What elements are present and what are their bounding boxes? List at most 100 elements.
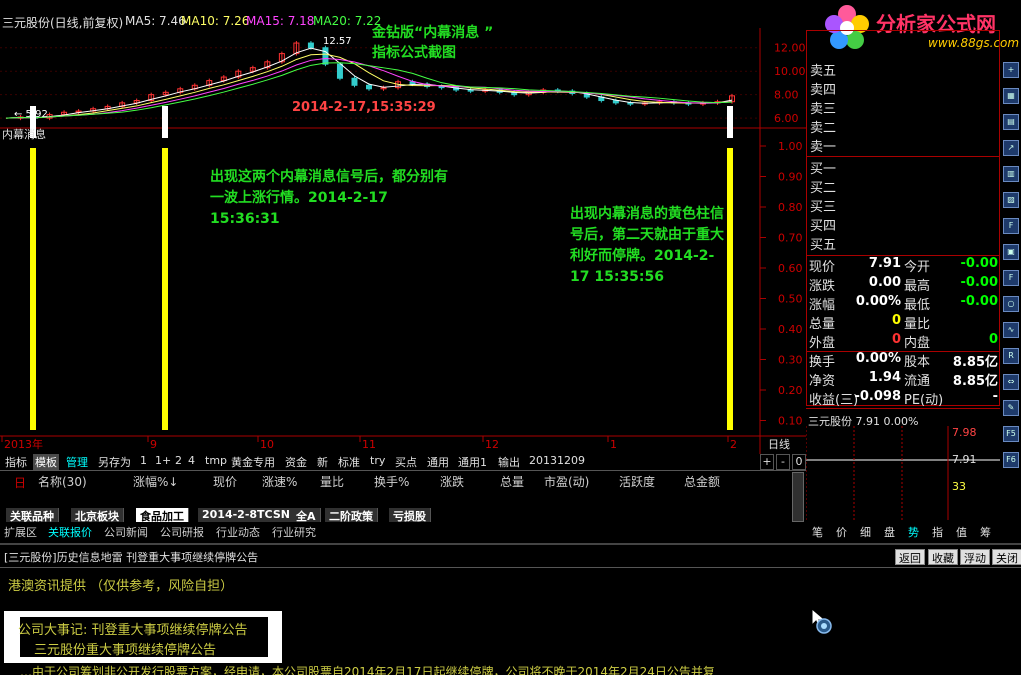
grid-icon[interactable]: ▦: [1003, 88, 1019, 104]
bars-icon[interactable]: ▥: [1003, 166, 1019, 182]
news-button[interactable]: 关闭: [992, 549, 1021, 565]
news-button[interactable]: 返回: [895, 549, 925, 565]
quote-label: 流通: [904, 374, 931, 389]
pen-icon[interactable]: ✎: [1003, 400, 1019, 416]
toolbar-item[interactable]: 另存为: [96, 454, 133, 470]
quote-label: 今开: [904, 260, 931, 275]
quote-row: 外盘 0 内盘 0: [806, 332, 1000, 352]
mouse-cursor-icon: [811, 607, 832, 634]
price-tick-label: 12.00: [774, 42, 806, 55]
sector-tab[interactable]: 全A: [292, 508, 321, 523]
mini-chart: 7.98 7.91 33: [806, 426, 1000, 520]
extension-tab[interactable]: 扩展区: [4, 524, 37, 540]
table-scrollbar[interactable]: [792, 472, 804, 522]
circle-icon[interactable]: ○: [1003, 296, 1019, 312]
toolbar-item[interactable]: 指标: [3, 454, 29, 470]
sector-tab[interactable]: 二阶政策: [325, 508, 378, 523]
mini-tab[interactable]: 细: [860, 524, 871, 540]
quote-label: 净资: [809, 374, 836, 389]
news-source: 港澳资讯提供 （仅供参考，风险自担）: [8, 579, 234, 594]
quote-panel: 卖五 卖四 卖三 卖二 卖一 买一 买二 买三 买四 买五 现价 7.91 今开 -0.00 涨跌 0.0…: [806, 30, 1000, 410]
sell-level-label: 卖一: [810, 140, 837, 155]
f10-icon[interactable]: F: [1003, 270, 1019, 286]
sector-tab[interactable]: 北京板块: [71, 508, 124, 523]
toolbar-item[interactable]: tmp: [203, 454, 229, 470]
news-button[interactable]: 收藏: [928, 549, 958, 565]
mini-tick-high: 7.98: [952, 426, 977, 439]
table-column-header[interactable]: 涨幅%↓: [133, 473, 178, 490]
toolbar-item[interactable]: 模板: [33, 454, 59, 470]
table-column-header[interactable]: 总金额: [684, 473, 720, 490]
quote-label: 最高: [904, 279, 931, 294]
news-button[interactable]: 浮动: [960, 549, 990, 565]
toolbar-zoom-button[interactable]: 0: [792, 454, 806, 470]
table-column-header[interactable]: 现价: [213, 473, 237, 490]
f5-icon[interactable]: F5: [1003, 426, 1019, 442]
news-subheadline: 三元股份重大事项继续停牌公告: [34, 643, 217, 658]
mini-tab[interactable]: 值: [956, 524, 967, 540]
doc-icon[interactable]: ▣: [1003, 244, 1019, 260]
mini-tab[interactable]: 价: [836, 524, 847, 540]
date-tick-label: 2013年: [4, 437, 43, 451]
rsi-icon[interactable]: R: [1003, 348, 1019, 364]
toolbar-item[interactable]: try: [368, 454, 387, 470]
sector-tab[interactable]: 关联品种: [6, 508, 59, 523]
date-axis: 2013年 9 10 11 12 1 2: [1, 436, 737, 451]
table-column-header[interactable]: 总量: [500, 473, 524, 490]
toolbar-item[interactable]: 1: [138, 454, 149, 470]
cross-icon[interactable]: +: [1003, 62, 1019, 78]
mini-tab[interactable]: 指: [932, 524, 943, 540]
table-column-header[interactable]: 市盈(动): [544, 473, 589, 490]
trend-icon[interactable]: ↗: [1003, 140, 1019, 156]
indicator-tick-label: 0.90: [778, 171, 803, 184]
extension-tab[interactable]: 公司新闻: [104, 524, 148, 540]
toolbar-item[interactable]: 1+: [153, 454, 173, 470]
toolbar-item[interactable]: 4: [186, 454, 197, 470]
extension-tab[interactable]: 行业研究: [272, 524, 316, 540]
fin-icon[interactable]: F: [1003, 218, 1019, 234]
sell-level-label: 卖二: [810, 121, 837, 136]
sector-tab[interactable]: 2014-2-8TCSN: [198, 508, 295, 522]
toolbar-zoom-button[interactable]: +: [760, 454, 774, 470]
extension-tab[interactable]: 公司研报: [160, 524, 204, 540]
table-column-header[interactable]: 量比: [320, 473, 344, 490]
mini-tab[interactable]: 盘: [884, 524, 895, 540]
toolbar-item[interactable]: 黄金专用: [229, 454, 277, 470]
toolbar-item[interactable]: 标准: [336, 454, 362, 470]
sector-tab[interactable]: 食品加工: [136, 508, 189, 523]
toolbar-zoom-button[interactable]: -: [776, 454, 790, 470]
toolbar-item[interactable]: 2: [173, 454, 184, 470]
toolbar-item[interactable]: 20131209: [527, 454, 587, 470]
mini-tab[interactable]: 势: [908, 524, 919, 540]
extension-tab[interactable]: 行业动态: [216, 524, 260, 540]
f6-icon[interactable]: F6: [1003, 452, 1019, 468]
toolbar-item[interactable]: 资金: [283, 454, 309, 470]
indicator-tick-label: 0.70: [778, 232, 803, 245]
table-column-header[interactable]: 换手%: [374, 473, 409, 490]
sector-tab[interactable]: 亏损股: [389, 508, 431, 523]
table-icon[interactable]: ▤: [1003, 114, 1019, 130]
quote-row: 涨幅 0.00% 最低 -0.00: [806, 294, 1000, 313]
quote-value: 0: [988, 332, 998, 347]
toolbar-item[interactable]: 输出: [496, 454, 522, 470]
toolbar-item[interactable]: 买点: [393, 454, 419, 470]
table-column-header[interactable]: 活跃度: [619, 473, 655, 490]
quote-value: 0.00: [868, 275, 901, 290]
indicator-tick-label: 0.10: [778, 415, 803, 428]
toolbar-item[interactable]: 新: [315, 454, 330, 470]
table-column-header[interactable]: 涨速%: [262, 473, 297, 490]
mini-tab[interactable]: 筹: [980, 524, 991, 540]
toolbar-item[interactable]: 通用1: [456, 454, 489, 470]
mini-tab[interactable]: 笔: [812, 524, 823, 540]
date-tick-label: 1: [610, 438, 617, 451]
date-tick-label: 2: [730, 438, 737, 451]
toolbar-item[interactable]: 通用: [425, 454, 451, 470]
extension-tab[interactable]: 关联报价: [48, 524, 92, 540]
signal-marker: [727, 106, 733, 138]
table-column-header[interactable]: 名称(30): [38, 473, 87, 490]
toolbar-item[interactable]: 管理: [64, 454, 90, 470]
chart-icon[interactable]: ▨: [1003, 192, 1019, 208]
table-column-header[interactable]: 涨跌: [440, 473, 464, 490]
wave-icon[interactable]: ∿: [1003, 322, 1019, 338]
arrow-icon[interactable]: ⇔: [1003, 374, 1019, 390]
